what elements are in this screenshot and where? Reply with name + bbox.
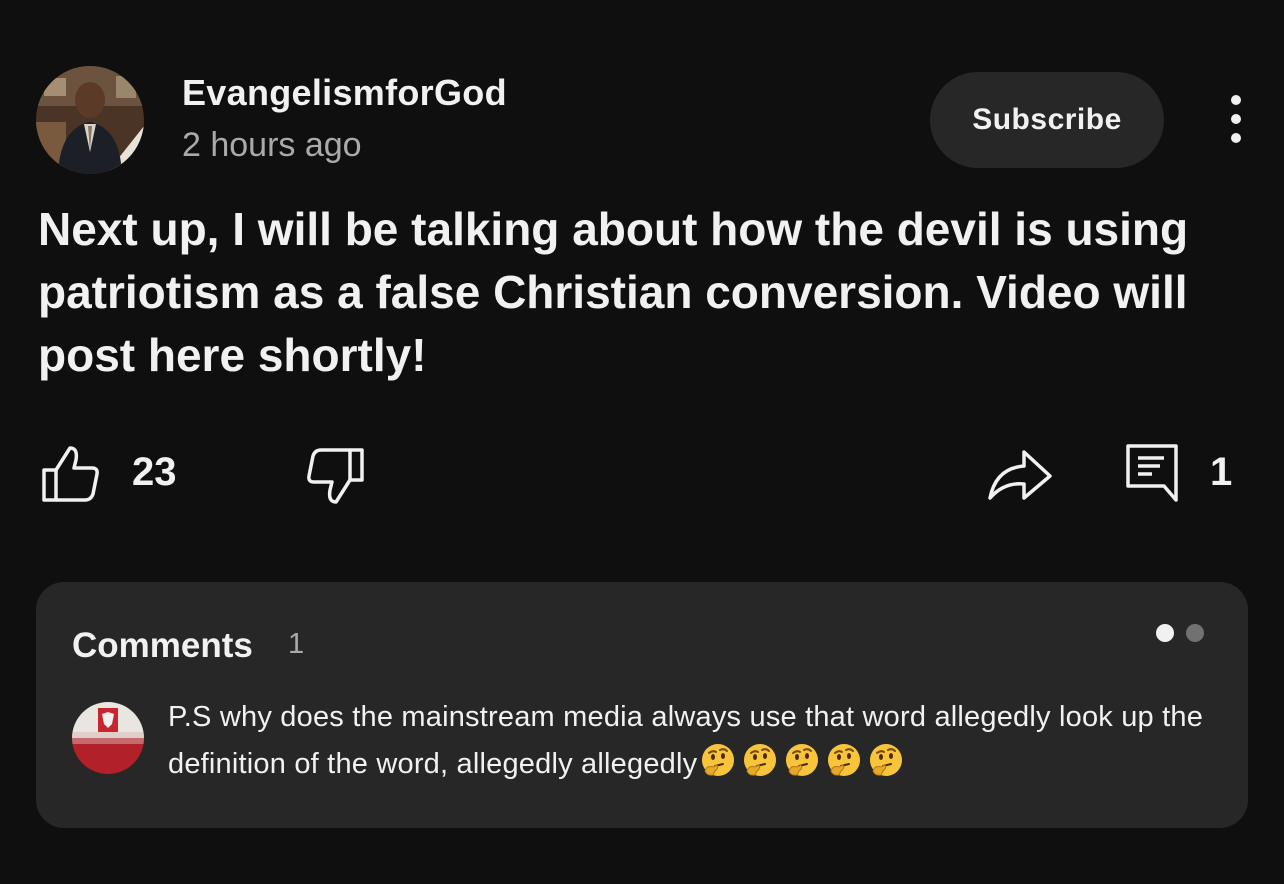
thumbs-up-icon bbox=[42, 446, 99, 502]
top-comment-text: P.S why does the mainstream media always… bbox=[168, 694, 1208, 788]
more-options-button[interactable] bbox=[1214, 94, 1258, 148]
post-text: Next up, I will be talking about how the… bbox=[38, 203, 1189, 381]
share-button[interactable] bbox=[986, 446, 1054, 504]
like-button[interactable] bbox=[40, 444, 102, 504]
carousel-dot-active bbox=[1156, 624, 1174, 642]
thumbs-down-icon bbox=[307, 448, 364, 504]
share-arrow-icon bbox=[988, 450, 1052, 500]
comments-count: 1 bbox=[288, 628, 305, 660]
like-count: 23 bbox=[132, 450, 177, 494]
thinking-face-icon bbox=[786, 744, 819, 776]
subscribe-button[interactable]: Subscribe bbox=[930, 72, 1164, 168]
thinking-face-icon bbox=[870, 744, 903, 776]
thinking-face-icon bbox=[702, 744, 735, 776]
channel-avatar[interactable] bbox=[36, 66, 144, 174]
commenter-avatar[interactable] bbox=[72, 702, 144, 774]
comment-button[interactable] bbox=[1124, 442, 1180, 504]
carousel-dot bbox=[1186, 624, 1204, 642]
dislike-button[interactable] bbox=[304, 446, 366, 506]
comment-count: 1 bbox=[1210, 450, 1233, 494]
comment-icon bbox=[1126, 444, 1178, 502]
top-comment-body: P.S why does the mainstream media always… bbox=[168, 701, 1204, 780]
thinking-face-icon bbox=[744, 744, 777, 776]
comments-card[interactable]: Comments 1 P.S why does the mainstream m… bbox=[36, 582, 1248, 828]
thinking-emoji-group bbox=[699, 741, 905, 779]
channel-name[interactable]: EvangelismforGod bbox=[182, 72, 507, 114]
carousel-indicator bbox=[1156, 624, 1204, 642]
comments-title: Comments bbox=[72, 626, 253, 665]
post-timestamp: 2 hours ago bbox=[182, 126, 362, 164]
vertical-dots-icon bbox=[1231, 95, 1241, 143]
thinking-face-icon bbox=[828, 744, 861, 776]
